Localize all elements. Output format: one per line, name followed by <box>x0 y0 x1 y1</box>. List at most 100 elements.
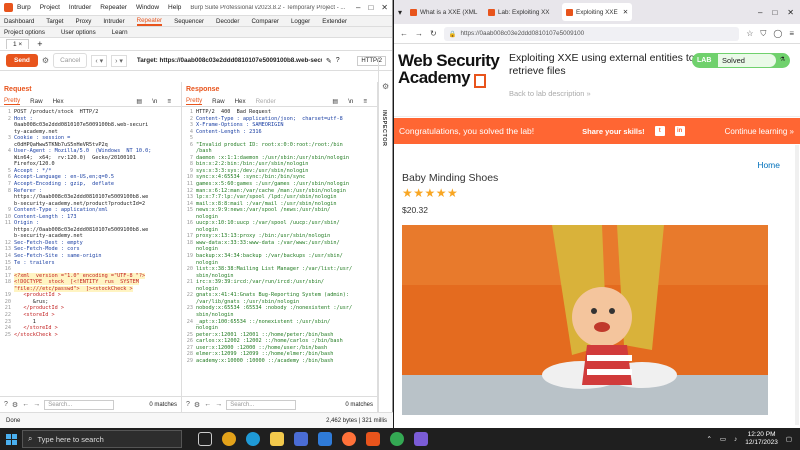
app-icon[interactable] <box>414 432 428 446</box>
tab-intruder[interactable]: Intruder <box>103 18 124 25</box>
inspector-sidebar[interactable]: ⚙ INSPECTOR <box>378 60 393 412</box>
tab-user-options[interactable]: User options <box>61 29 96 36</box>
network-icon[interactable]: ▭ <box>720 435 726 443</box>
close-icon[interactable]: ✕ <box>381 3 388 12</box>
forward-icon[interactable]: → <box>415 29 423 38</box>
linkedin-icon[interactable]: in <box>674 126 685 136</box>
minimize-icon[interactable]: – <box>758 8 762 17</box>
tab-repeater[interactable]: Repeater <box>136 17 163 26</box>
browser-tab-3[interactable]: Exploiting XXE ✕ <box>562 3 633 21</box>
menu-help[interactable]: Help <box>168 4 181 11</box>
tab-comparer[interactable]: Comparer <box>251 18 279 25</box>
continue-learning-link[interactable]: Continue learning » <box>725 127 794 136</box>
next-icon[interactable]: → <box>215 401 222 408</box>
back-arrow-icon[interactable]: ‹ ▾ <box>91 54 108 67</box>
mail-icon[interactable] <box>318 432 332 446</box>
file-explorer-icon[interactable] <box>270 432 284 446</box>
home-link[interactable]: Home <box>757 160 780 170</box>
settings-icon[interactable]: ⚙ <box>194 401 200 409</box>
line-number: 4 <box>7 148 11 155</box>
menu-project[interactable]: Project <box>40 4 60 11</box>
newline-icon[interactable]: \n <box>348 98 353 105</box>
minimize-icon[interactable]: – <box>356 3 360 12</box>
response-tab-hex[interactable]: Hex <box>235 98 246 105</box>
menu-window[interactable]: Window <box>136 4 159 11</box>
firefox-icon[interactable] <box>342 432 356 446</box>
chrome-icon[interactable] <box>222 432 236 446</box>
response-search-input[interactable]: Search... <box>226 399 297 410</box>
prev-icon[interactable]: ← <box>22 401 29 408</box>
close-icon[interactable]: ✕ <box>787 8 794 17</box>
tab-dashboard[interactable]: Dashboard <box>4 18 34 25</box>
page-scrollbar[interactable] <box>795 145 799 425</box>
task-view-icon[interactable] <box>198 432 212 446</box>
volume-icon[interactable]: ♪ <box>734 436 737 443</box>
chrome-icon-2[interactable] <box>390 432 404 446</box>
help-circle-icon[interactable]: ? <box>4 401 8 408</box>
request-tab-raw[interactable]: Raw <box>30 98 42 105</box>
browser-tab-1[interactable]: What is a XXE (XML <box>406 3 482 21</box>
settings-icon[interactable]: ⚙ <box>12 401 18 409</box>
cancel-button[interactable]: Cancel <box>53 53 88 68</box>
menu-burp[interactable]: Burp <box>17 4 31 11</box>
account-icon[interactable]: ◯ <box>773 29 782 38</box>
tab-target[interactable]: Target <box>46 18 63 25</box>
tab-extender[interactable]: Extender <box>322 18 347 25</box>
app-menu-icon[interactable]: ≡ <box>789 29 794 38</box>
help-circle-icon[interactable]: ? <box>186 401 190 408</box>
tray-chevron-icon[interactable]: ⌃ <box>706 435 711 443</box>
inspector-label[interactable]: INSPECTOR <box>381 110 387 147</box>
bookmark-star-icon[interactable]: ☆ <box>746 29 753 38</box>
request-editor[interactable]: 1 POST /product/stock HTTP/2 2 Host :0aab00… <box>0 107 181 393</box>
settings-gear-icon[interactable]: ⚙ <box>42 56 49 65</box>
request-search-input[interactable]: Search... <box>44 399 115 410</box>
prev-icon[interactable]: ← <box>204 401 211 408</box>
response-tab-render[interactable]: Render <box>256 98 276 105</box>
repeater-tab-1[interactable]: 1 × <box>6 39 30 49</box>
store-icon[interactable] <box>294 432 308 446</box>
newline-icon[interactable]: \n <box>152 98 157 105</box>
help-icon[interactable]: ? <box>336 57 340 64</box>
browser-tab-2[interactable]: Lab: Exploiting XX <box>484 3 560 21</box>
menu-icon[interactable]: ≡ <box>167 98 171 105</box>
maximize-icon[interactable]: □ <box>368 3 373 12</box>
notifications-icon[interactable]: ▢ <box>786 435 792 443</box>
settings-gear-icon[interactable]: ⚙ <box>382 82 389 91</box>
back-icon[interactable]: ← <box>400 29 408 38</box>
tab-logger[interactable]: Logger <box>291 18 310 25</box>
send-button[interactable]: Send <box>6 54 38 67</box>
tab-decoder[interactable]: Decoder <box>216 18 239 25</box>
close-tab-icon[interactable]: ✕ <box>623 9 628 16</box>
reload-icon[interactable]: ↻ <box>430 29 437 38</box>
taskbar-search-box[interactable]: ⌕ Type here to search <box>22 430 182 448</box>
response-tab-pretty[interactable]: Pretty <box>186 97 203 105</box>
tab-learn[interactable]: Learn <box>112 29 128 36</box>
response-editor[interactable]: 1 HTTP/2 400 Bad Request 2 Content-Type : a… <box>182 107 377 393</box>
menu-intruder[interactable]: Intruder <box>69 4 91 11</box>
shield-icon[interactable]: ⛉ <box>760 29 766 39</box>
menu-repeater[interactable]: Repeater <box>100 4 127 11</box>
add-tab-icon[interactable]: + <box>37 39 42 49</box>
tab-project-options[interactable]: Project options <box>4 29 45 36</box>
taskbar-clock[interactable]: 12:20 PM 12/17/2023 <box>745 431 778 447</box>
menu-icon[interactable]: ≡ <box>363 98 367 105</box>
start-button[interactable] <box>0 428 22 450</box>
response-tab-raw[interactable]: Raw <box>212 98 224 105</box>
edit-target-icon[interactable]: ✎ <box>326 57 332 65</box>
copy-icon[interactable]: ▤ <box>332 98 338 105</box>
back-to-lab-link[interactable]: Back to lab description » <box>509 89 591 98</box>
next-icon[interactable]: → <box>33 401 40 408</box>
copy-icon[interactable]: ▤ <box>136 98 142 105</box>
tab-list-icon[interactable]: ▾ <box>398 8 402 17</box>
tab-sequencer[interactable]: Sequencer <box>174 18 204 25</box>
edge-icon[interactable] <box>246 432 260 446</box>
request-tab-hex[interactable]: Hex <box>53 98 64 105</box>
maximize-icon[interactable]: □ <box>772 8 777 17</box>
request-tab-pretty[interactable]: Pretty <box>4 97 21 105</box>
tab-proxy[interactable]: Proxy <box>75 18 91 25</box>
firefox-window: ▾ What is a XXE (XML Lab: Exploiting XX … <box>394 0 800 428</box>
twitter-icon[interactable]: t <box>654 126 665 136</box>
address-bar[interactable]: 🔒 https://0aab008c03e2ddd0810107e5009100 <box>443 26 740 41</box>
forward-arrow-icon[interactable]: › ▾ <box>111 54 127 67</box>
burp-icon[interactable] <box>366 432 380 446</box>
